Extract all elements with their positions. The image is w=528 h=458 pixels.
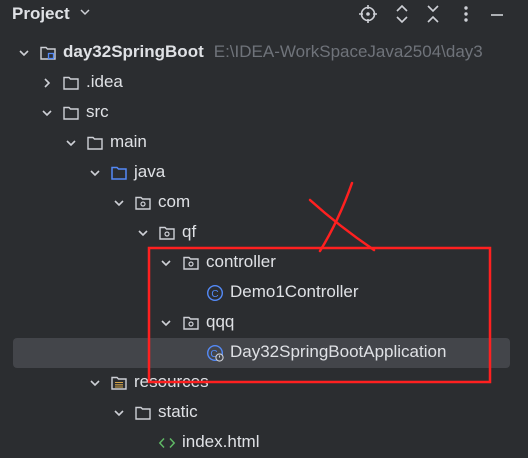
tree-row-controller[interactable]: controller: [0, 248, 528, 278]
chevron-down-icon[interactable]: [112, 196, 126, 210]
tree-label: com: [158, 192, 191, 211]
tree-label: src: [86, 102, 109, 121]
folder-icon: [62, 74, 80, 92]
folder-icon: [86, 134, 104, 152]
tree-label: resources: [134, 372, 209, 391]
resources-folder-icon: [110, 374, 128, 392]
module-folder-icon: [39, 44, 57, 62]
tree-row-resources[interactable]: resources: [0, 368, 528, 398]
tree-label: .idea: [86, 72, 123, 91]
minimize-icon[interactable]: [486, 3, 508, 25]
chevron-down-icon[interactable]: [88, 166, 102, 180]
tree-label: qf: [182, 222, 197, 241]
chevron-down-icon[interactable]: [40, 106, 54, 120]
chevron-down-icon[interactable]: [112, 406, 126, 420]
svg-text:C: C: [211, 289, 218, 300]
tree-row-demo1controller[interactable]: C Demo1Controller: [0, 278, 528, 308]
tree-row-qf[interactable]: qf: [0, 218, 528, 248]
tree-label: qqq: [206, 312, 235, 331]
root-path: E:\IDEA-WorkSpaceJava2504\day3: [213, 42, 483, 61]
tree-row-root[interactable]: day32SpringBoot E:\IDEA-WorkSpaceJava2504…: [0, 38, 528, 68]
chevron-down-icon[interactable]: [64, 136, 78, 150]
chevron-down-icon[interactable]: [159, 256, 173, 270]
tree-row-idea[interactable]: .idea: [0, 68, 528, 98]
root-name: day32SpringBoot: [63, 42, 204, 61]
tree-row-com[interactable]: com: [0, 188, 528, 218]
tree-row-main[interactable]: main: [0, 128, 528, 158]
project-view-selector[interactable]: Project: [12, 4, 92, 24]
collapse-all-icon[interactable]: [422, 3, 444, 25]
more-options-icon[interactable]: [455, 3, 477, 25]
tree-row-static[interactable]: static: [0, 398, 528, 428]
spring-boot-application-icon: C: [206, 344, 224, 362]
folder-icon: [62, 104, 80, 122]
package-folder-icon: [158, 224, 176, 242]
tree-row-index-html[interactable]: index.html: [0, 428, 528, 458]
tree-label: Day32SpringBootApplication: [230, 342, 447, 361]
tree-label: day32SpringBoot E:\IDEA-WorkSpaceJava2504…: [63, 42, 483, 62]
tree-label: index.html: [182, 432, 260, 451]
tree-label: main: [110, 132, 147, 151]
tree-label: static: [158, 402, 198, 421]
locate-target-icon[interactable]: [357, 3, 379, 25]
java-class-icon: C: [206, 284, 224, 302]
source-root-folder-icon: [110, 164, 128, 182]
chevron-down-icon: [78, 4, 92, 24]
html-file-icon: [158, 434, 176, 452]
folder-icon: [134, 404, 152, 422]
chevron-right-icon[interactable]: [40, 76, 54, 90]
tree-row-src[interactable]: src: [0, 98, 528, 128]
package-folder-icon: [182, 254, 200, 272]
tree-row-qqq[interactable]: qqq: [0, 308, 528, 338]
project-tool-window-header: Project: [0, 0, 528, 30]
tree-row-java[interactable]: java: [0, 158, 528, 188]
chevron-down-icon[interactable]: [17, 46, 31, 60]
expand-all-icon[interactable]: [391, 3, 413, 25]
tree-label: Demo1Controller: [230, 282, 359, 301]
tree-label: java: [134, 162, 166, 181]
package-folder-icon: [182, 314, 200, 332]
tree-label: controller: [206, 252, 276, 271]
chevron-down-icon[interactable]: [136, 226, 150, 240]
chevron-down-icon[interactable]: [88, 376, 102, 390]
tree-row-day32springbootapplication[interactable]: C Day32SpringBootApplication: [0, 338, 528, 368]
chevron-down-icon[interactable]: [159, 316, 173, 330]
package-folder-icon: [134, 194, 152, 212]
header-title: Project: [12, 4, 70, 23]
